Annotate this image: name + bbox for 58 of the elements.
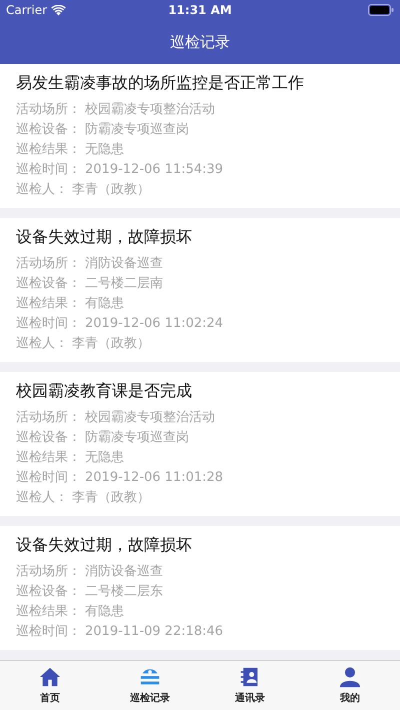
record-title: 设备失效过期，故障损坏 — [16, 226, 193, 248]
record-title: 校园霸凌教育课是否完成 — [16, 380, 193, 402]
field-label: 巡检人： — [16, 335, 68, 353]
field-value: 2019-12-06 11:02:24 — [85, 315, 224, 333]
field-value: 消防设备巡查 — [85, 563, 163, 581]
contact-book-icon[interactable] — [240, 666, 260, 688]
field-label: 巡检结果： — [16, 449, 81, 467]
field-label: 巡检人： — [16, 489, 68, 507]
field-label: 巡检设备： — [16, 121, 81, 139]
field-label: 巡检时间： — [16, 161, 81, 179]
record-card[interactable]: 校园霸凌教育课是否完成 活动场所： 校园霸凌专项整治活动 巡检设备： 防霸凌专项巡查岗 巡检结果： 无隐患 巡检时间： 2019-12-06 11:01:28 巡检人： 李青（政教） — [0, 372, 400, 516]
field-value: 有隐患 — [85, 295, 124, 313]
field-label: 活动场所： — [16, 563, 81, 581]
field-value: 防霸凌专项巡查岗 — [85, 429, 189, 447]
field-label: 巡检结果： — [16, 603, 81, 621]
field-label: 巡检设备： — [16, 275, 81, 293]
field-value: 防霸凌专项巡查岗 — [85, 121, 189, 139]
field-value: 校园霸凌专项整治活动 — [85, 101, 215, 119]
field-value: 有隐患 — [85, 603, 124, 621]
field-value: 2019-12-06 11:54:39 — [85, 161, 224, 179]
field-label: 活动场所： — [16, 255, 81, 273]
record-card[interactable]: 设备失效过期，故障损坏 活动场所： 消防设备巡查 巡检设备： 二号楼二层东 巡检结果： 有隐患 巡检时间： 2019-11-09 22:18:46 — [0, 526, 400, 650]
field-label: 巡检设备： — [16, 429, 81, 447]
field-value: 二号楼二层东 — [85, 583, 163, 601]
field-value: 2019-11-09 22:18:46 — [85, 623, 224, 641]
field-value: 李青（政教） — [72, 335, 150, 353]
page-title: 巡检记录 — [170, 32, 230, 52]
record-title: 设备失效过期，故障损坏 — [16, 534, 193, 556]
field-value: 无隐患 — [85, 449, 124, 467]
person-icon[interactable] — [339, 666, 361, 688]
tab-label[interactable]: 首页 — [40, 691, 60, 705]
field-value: 无隐患 — [85, 141, 124, 159]
tab-label[interactable]: 通讯录 — [235, 691, 265, 705]
field-label: 巡检人： — [16, 181, 68, 199]
field-value: 李青（政教） — [72, 181, 150, 199]
field-value: 2019-12-06 11:01:28 — [85, 469, 224, 487]
field-label: 巡检结果： — [16, 295, 81, 313]
house-icon[interactable] — [39, 666, 61, 688]
field-value: 李青（政教） — [72, 489, 150, 507]
field-value: 二号楼二层南 — [85, 275, 163, 293]
carrier-label: Carrier — [6, 3, 48, 17]
field-label: 活动场所： — [16, 101, 81, 119]
field-value: 消防设备巡查 — [85, 255, 163, 273]
field-label: 巡检设备： — [16, 583, 81, 601]
tab-label[interactable]: 我的 — [340, 691, 360, 705]
record-card[interactable]: 易发生霸凌事故的场所监控是否正常工作 活动场所： 校园霸凌专项整治活动 巡检设备： 防霸凌专项巡查岗 巡检结果： 无隐患 巡检时间： 2019-12-06 11:54:39 巡检人： 李青（政教） — [0, 64, 400, 208]
field-label: 巡检时间： — [16, 469, 81, 487]
field-label: 巡检时间： — [16, 623, 81, 641]
record-card[interactable]: 设备失效过期，故障损坏 活动场所： 消防设备巡查 巡检设备： 二号楼二层南 巡检结果： 有隐患 巡检时间： 2019-12-06 11:02:24 巡检人： 李青（政教） — [0, 218, 400, 362]
status-time: 11:31 AM — [168, 3, 232, 17]
tab-label[interactable]: 巡检记录 — [130, 691, 170, 705]
field-label: 巡检时间： — [16, 315, 81, 333]
field-label: 活动场所： — [16, 409, 81, 427]
wifi-icon — [51, 4, 66, 16]
field-value: 校园霸凌专项整治活动 — [85, 409, 215, 427]
field-label: 巡检结果： — [16, 141, 81, 159]
record-title: 易发生霸凌事故的场所监控是否正常工作 — [16, 72, 305, 94]
battery-icon — [368, 4, 394, 16]
